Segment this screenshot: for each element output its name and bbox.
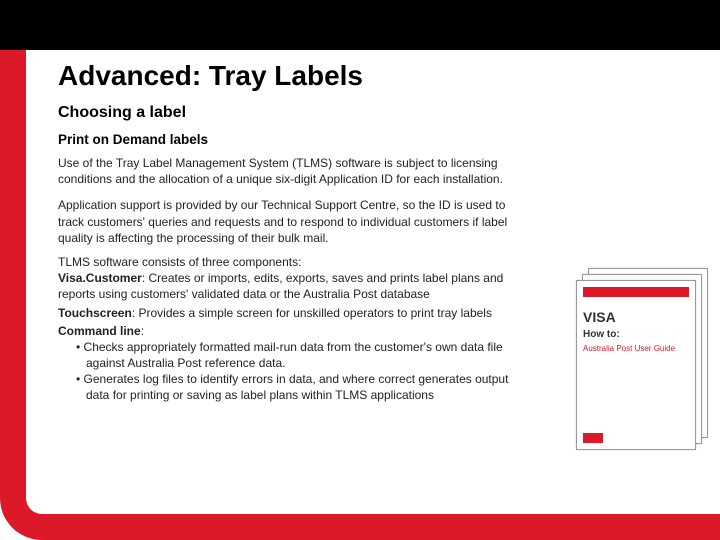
document-preview-stack: VISA How to: Australia Post User Guide xyxy=(568,268,708,458)
doc-title: VISA xyxy=(583,309,689,325)
body-text: Use of the Tray Label Management System … xyxy=(58,155,528,404)
touchscreen-text: : Provides a simple screen for unskilled… xyxy=(132,306,492,320)
logo-icon xyxy=(629,489,647,507)
doc-subtitle: How to: xyxy=(583,329,689,340)
commandline-label: Command line xyxy=(58,324,141,338)
australia-post-logo: AUSTRALIA POST xyxy=(629,487,706,508)
paragraph-2: Application support is provided by our T… xyxy=(58,197,528,246)
paragraph-1: Use of the Tray Label Management System … xyxy=(58,155,528,187)
commandline-bullet-1: • Checks appropriately formatted mail-ru… xyxy=(58,339,528,371)
slide-title: Advanced: Tray Labels xyxy=(58,60,658,92)
commandline-colon: : xyxy=(141,324,144,338)
doc-tagline: Australia Post User Guide xyxy=(583,344,689,353)
logo-line2: POST xyxy=(651,496,706,508)
slide-subtitle: Choosing a label xyxy=(58,104,658,122)
logo-text: AUSTRALIA POST xyxy=(651,487,706,508)
slide: Advanced: Tray Labels Choosing a label P… xyxy=(0,0,720,540)
visa-label: Visa.Customer xyxy=(58,271,142,285)
doc-front: VISA How to: Australia Post User Guide xyxy=(576,280,696,450)
components-block: TLMS software consists of three componen… xyxy=(58,254,528,404)
components-intro: TLMS software consists of three componen… xyxy=(58,255,301,269)
doc-footer-mark xyxy=(583,433,603,443)
doc-accent-bar xyxy=(583,287,689,297)
commandline-bullet-2: • Generates log files to identify errors… xyxy=(58,371,528,403)
touchscreen-label: Touchscreen xyxy=(58,306,132,320)
top-black-bar xyxy=(0,0,720,50)
section-heading: Print on Demand labels xyxy=(58,132,658,147)
